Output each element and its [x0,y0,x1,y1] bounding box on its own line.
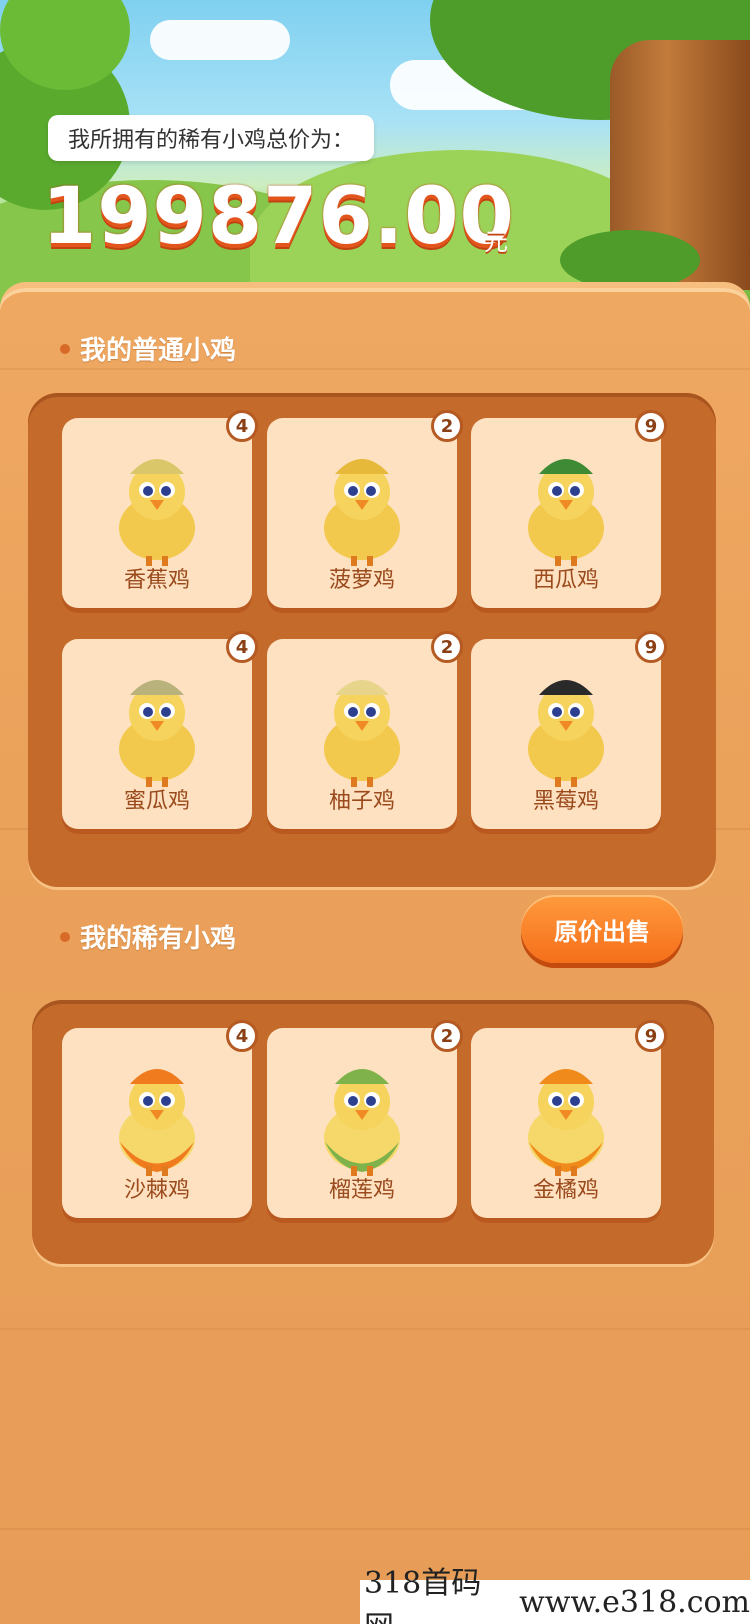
banana-hat-icon [102,440,212,574]
chicken-card[interactable]: 西瓜鸡 9 [471,410,667,608]
chicken-card[interactable]: 黑莓鸡 9 [471,631,667,829]
chicken-name: 金橘鸡 [532,1178,599,1203]
rare-chickens-panel: 沙棘鸡 4 榴莲鸡 2 金橘鸡 9 [32,1000,714,1264]
kumquat-costume-icon [511,1050,621,1184]
blackberry-hat-icon [511,661,621,795]
melon-hat-icon [102,661,212,795]
watermelon-hat-icon [511,440,621,574]
chicken-count-badge: 2 [431,410,463,442]
cloud-decoration [150,20,290,60]
wood-grain [0,1528,750,1530]
rare-chickens-title: 我的稀有小鸡 [60,918,236,955]
chicken-name: 西瓜鸡 [532,568,599,593]
bullet-icon [60,343,70,354]
total-value-label: 我所拥有的稀有小鸡总价为： [48,115,375,161]
chicken-card[interactable]: 沙棘鸡 4 [62,1020,258,1218]
chicken-card[interactable]: 金橘鸡 9 [471,1020,667,1218]
chicken-card[interactable]: 榴莲鸡 2 [267,1020,463,1218]
chicken-name: 菠萝鸡 [328,568,395,593]
chicken-name: 蜜瓜鸡 [123,789,190,814]
chicken-name: 沙棘鸡 [123,1178,190,1203]
normal-chickens-title-text: 我的普通小鸡 [80,336,237,366]
chicken-name: 香蕉鸡 [123,568,190,593]
chicken-count-badge: 4 [226,410,258,442]
chicken-card[interactable]: 菠萝鸡 2 [267,410,463,608]
chicken-name: 柚子鸡 [328,789,395,814]
chicken-count-badge: 9 [635,631,667,663]
bullet-icon [60,931,70,942]
bush-decoration [560,230,700,290]
wood-grain [0,368,750,370]
pomelo-hat-icon [307,661,417,795]
normal-chickens-panel: 香蕉鸡 4 菠萝鸡 2 西瓜鸡 9 蜜瓜鸡 4 柚子鸡 2 黑莓鸡 9 [28,393,716,887]
chicken-count-badge: 4 [226,631,258,663]
normal-chickens-title: 我的普通小鸡 [60,330,236,367]
rare-chickens-title-text: 我的稀有小鸡 [80,924,237,954]
total-value-unit: 元 [484,228,508,256]
wood-grain [0,1328,750,1330]
watermark-url: www.e318.com [519,1584,750,1620]
hero-banner: 我所拥有的稀有小鸡总价为： 199876.00 元 [0,0,750,320]
chicken-name: 黑莓鸡 [532,789,599,814]
chicken-card[interactable]: 柚子鸡 2 [267,631,463,829]
sell-original-price-button[interactable]: 原价出售 [521,895,683,963]
chicken-card[interactable]: 蜜瓜鸡 4 [62,631,258,829]
chicken-count-badge: 4 [226,1020,258,1052]
total-value-amount: 199876.00 [42,172,515,262]
chicken-name: 榴莲鸡 [328,1178,395,1203]
site-watermark: 318首码网 www.e318.com [360,1566,750,1624]
watermark-cn: 318首码网 [364,1566,482,1624]
chicken-count-badge: 9 [635,1020,667,1052]
pineapple-hat-icon [307,440,417,574]
chicken-count-badge: 9 [635,410,667,442]
chicken-card[interactable]: 香蕉鸡 4 [62,410,258,608]
durian-costume-icon [307,1050,417,1184]
chicken-count-badge: 2 [431,1020,463,1052]
seabuckthorn-costume-icon [102,1050,212,1184]
chicken-count-badge: 2 [431,631,463,663]
